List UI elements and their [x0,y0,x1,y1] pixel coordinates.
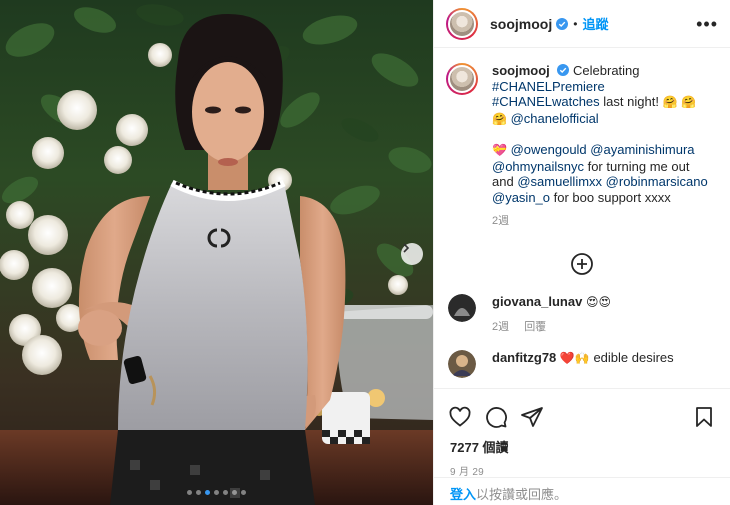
comment-text: edible desires [593,349,674,365]
bookmark-save-icon[interactable] [692,405,716,429]
verified-badge-icon [557,64,570,76]
carousel-dot [232,490,237,495]
caption-avatar[interactable] [446,63,478,95]
load-more-comments-button[interactable] [446,252,718,278]
post-actions: 7277 個讀 9 月 29 登入以按讚或回應。 [434,388,730,505]
plus-circle-icon [571,252,593,275]
author-avatar[interactable] [446,7,478,40]
login-prompt-text: 以按讚或回應。 [476,487,568,502]
comment-body: giovana_lunav 😍😍 2週 回覆 [492,294,611,334]
follow-button[interactable]: 追蹤 [582,14,608,33]
comment-emoji: ❤️🙌 [559,350,590,365]
more-options-icon[interactable]: ••• [696,15,718,33]
caption-text-1: Celebrating [573,63,640,78]
login-prompt: 登入以按讚或回應。 [434,477,730,505]
comment-username[interactable]: danfitzg78 [492,350,556,365]
like-heart-icon[interactable] [448,405,472,429]
caption-text-4: for boo support xxxx [553,189,671,205]
author-username[interactable]: soojmooj [490,16,552,32]
caption-emoji: 🤗 [662,95,678,109]
caption-timestamp[interactable]: 2週 [492,214,708,230]
comment-item: giovana_lunav 😍😍 2週 回覆 [446,293,718,334]
commenter-avatar[interactable] [448,293,476,322]
post-caption: soojmooj Celebrating #CHANELPremiere #CH… [446,63,718,230]
carousel-dot [214,490,219,495]
comment-text: 😍😍 [585,294,611,309]
view-count[interactable]: 7277 個讀 [434,433,730,456]
caption-emoji: 💝 [492,143,507,157]
chevron-right-icon [403,243,410,253]
carousel-dot [205,490,210,495]
post-date[interactable]: 9 月 29 [434,456,730,478]
verified-badge-icon [556,17,569,30]
reply-button[interactable]: 回覆 [524,321,546,333]
login-link[interactable]: 登入 [450,487,476,502]
photo-illustration [0,4,433,505]
commenter-avatar[interactable] [448,349,476,378]
mention-link[interactable]: @owengould [511,142,587,157]
carousel-dot [187,490,192,495]
post-photo[interactable] [0,0,433,505]
hashtag-link[interactable]: #CHANELwatches [492,94,600,109]
comment-meta: 2週 回覆 [492,318,611,334]
comment-username[interactable]: giovana_lunav [492,294,582,309]
carousel-dot [223,490,228,495]
post-side-panel: soojmooj • 追蹤 ••• soojmooj Celebrating #… [433,0,730,505]
caption-username[interactable]: soojmooj [492,63,550,78]
mention-link[interactable]: @ohmynailsnyc [492,159,584,174]
header-separator: • [573,16,578,31]
carousel-dot [241,490,246,495]
comments-section[interactable]: soojmooj Celebrating #CHANELPremiere #CH… [434,49,730,388]
mention-link[interactable]: @yasin_o [492,190,550,205]
carousel-indicator [0,490,433,495]
share-send-icon[interactable] [520,405,544,429]
mention-link[interactable]: @ayaminishimura [590,142,694,157]
comment-bubble-icon[interactable] [484,405,508,429]
mention-link[interactable]: @chanelofficial [511,111,599,126]
comment-timestamp[interactable]: 2週 [492,321,509,333]
comment-body: danfitzg78 ❤️🙌 edible desires [492,350,674,365]
mention-link[interactable]: @samuellimxx [517,174,602,189]
hashtag-link[interactable]: #CHANELPremiere [492,79,605,94]
carousel-next-button[interactable] [401,243,423,265]
caption-text-2: last night! [603,94,659,109]
comment-item: danfitzg78 ❤️🙌 edible desires [446,349,718,378]
post-header: soojmooj • 追蹤 ••• [434,0,730,48]
carousel-dot [196,490,201,495]
action-icons-row [434,389,730,433]
mention-link[interactable]: @robinmarsicano [606,174,708,189]
caption-text: soojmooj Celebrating #CHANELPremiere #CH… [492,63,708,230]
